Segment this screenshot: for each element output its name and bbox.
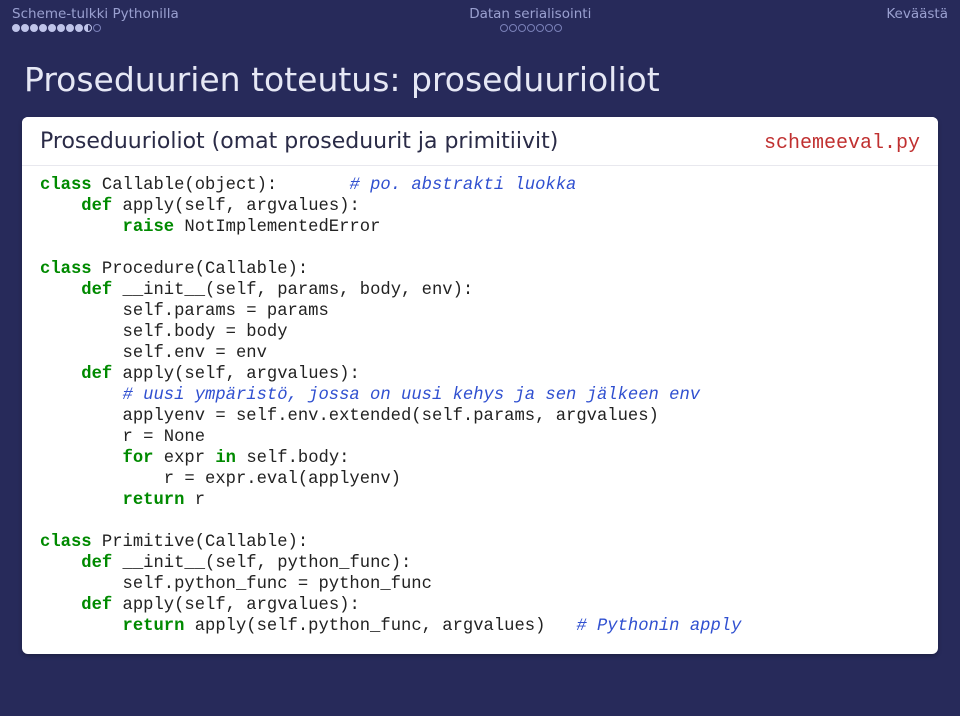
code-text: self.body: bbox=[236, 449, 349, 468]
progress-dot-icon bbox=[39, 24, 47, 32]
progress-dot-icon bbox=[48, 24, 56, 32]
code-text: apply(self.python_func, argvalues) bbox=[184, 617, 576, 636]
code-block-filename: schemeeval.py bbox=[764, 132, 920, 155]
code-text: apply(self, argvalues): bbox=[112, 596, 360, 615]
code-text bbox=[40, 617, 123, 636]
code-text bbox=[40, 281, 81, 300]
code-keyword: def bbox=[81, 197, 112, 216]
code-text: __init__(self, python_func): bbox=[112, 554, 411, 573]
progress-dot-icon bbox=[57, 24, 65, 32]
code-text bbox=[40, 596, 81, 615]
code-text bbox=[40, 386, 123, 405]
progress-dot-icon bbox=[75, 24, 83, 32]
code-text: r = None bbox=[40, 428, 205, 447]
code-text: Primitive(Callable): bbox=[92, 533, 309, 552]
progress-dot-icon bbox=[518, 24, 526, 32]
progress-dot-current-icon bbox=[84, 24, 92, 32]
code-block-body: class Callable(object): # po. abstrakti … bbox=[22, 166, 938, 654]
code-text: Procedure(Callable): bbox=[92, 260, 309, 279]
code-text bbox=[40, 554, 81, 573]
code-text: self.body = body bbox=[40, 323, 288, 342]
progress-dot-icon bbox=[93, 24, 101, 32]
progress-section-1 bbox=[12, 24, 460, 32]
code-text: apply(self, argvalues): bbox=[112, 365, 360, 384]
code-text: expr bbox=[153, 449, 215, 468]
code-comment: # Pythonin apply bbox=[576, 617, 741, 636]
code-keyword: class bbox=[40, 533, 92, 552]
code-block-card: Proseduurioliot (omat proseduurit ja pri… bbox=[22, 117, 938, 654]
nav-section-1[interactable]: Scheme-tulkki Pythonilla bbox=[12, 6, 429, 22]
code-keyword: class bbox=[40, 260, 92, 279]
code-block-title: Proseduurioliot (omat proseduurit ja pri… bbox=[40, 129, 558, 154]
code-keyword: class bbox=[40, 176, 92, 195]
progress-dot-icon bbox=[536, 24, 544, 32]
code-keyword: raise bbox=[123, 218, 175, 237]
code-keyword: return bbox=[123, 491, 185, 510]
progress-dot-icon bbox=[500, 24, 508, 32]
progress-dot-icon bbox=[509, 24, 517, 32]
progress-dots bbox=[0, 22, 960, 32]
progress-dot-icon bbox=[554, 24, 562, 32]
code-keyword: def bbox=[81, 596, 112, 615]
nav-section-2[interactable]: Datan serialisointi bbox=[429, 6, 886, 22]
progress-dot-icon bbox=[66, 24, 74, 32]
code-keyword: return bbox=[123, 617, 185, 636]
progress-dot-icon bbox=[30, 24, 38, 32]
code-text: Callable(object): bbox=[92, 176, 350, 195]
code-text bbox=[40, 218, 123, 237]
code-text: NotImplementedError bbox=[174, 218, 380, 237]
code-text bbox=[40, 197, 81, 216]
code-text: __init__(self, params, body, env): bbox=[112, 281, 473, 300]
code-text bbox=[40, 449, 123, 468]
code-text: r bbox=[184, 491, 205, 510]
code-keyword: def bbox=[81, 365, 112, 384]
code-text: r = expr.eval(applyenv) bbox=[40, 470, 401, 489]
code-text: apply(self, argvalues): bbox=[112, 197, 360, 216]
code-text bbox=[40, 365, 81, 384]
code-keyword: def bbox=[81, 554, 112, 573]
section-nav: Scheme-tulkki Pythonilla Datan serialiso… bbox=[0, 0, 960, 22]
code-keyword: in bbox=[215, 449, 236, 468]
progress-dot-icon bbox=[12, 24, 20, 32]
code-text: self.env = env bbox=[40, 344, 267, 363]
code-keyword: for bbox=[123, 449, 154, 468]
nav-section-3[interactable]: Keväästä bbox=[886, 6, 948, 22]
slide-title: Proseduurien toteutus: proseduurioliot bbox=[0, 32, 960, 117]
code-block-header: Proseduurioliot (omat proseduurit ja pri… bbox=[22, 117, 938, 166]
progress-dot-icon bbox=[545, 24, 553, 32]
code-text: applyenv = self.env.extended(self.params… bbox=[40, 407, 659, 426]
code-keyword: def bbox=[81, 281, 112, 300]
code-text: self.params = params bbox=[40, 302, 329, 321]
progress-dot-icon bbox=[527, 24, 535, 32]
code-text bbox=[40, 491, 123, 510]
code-comment: # uusi ympäristö, jossa on uusi kehys ja… bbox=[123, 386, 701, 405]
progress-dot-icon bbox=[21, 24, 29, 32]
code-comment: # po. abstrakti luokka bbox=[349, 176, 576, 195]
progress-section-2 bbox=[460, 24, 948, 32]
code-text: self.python_func = python_func bbox=[40, 575, 432, 594]
